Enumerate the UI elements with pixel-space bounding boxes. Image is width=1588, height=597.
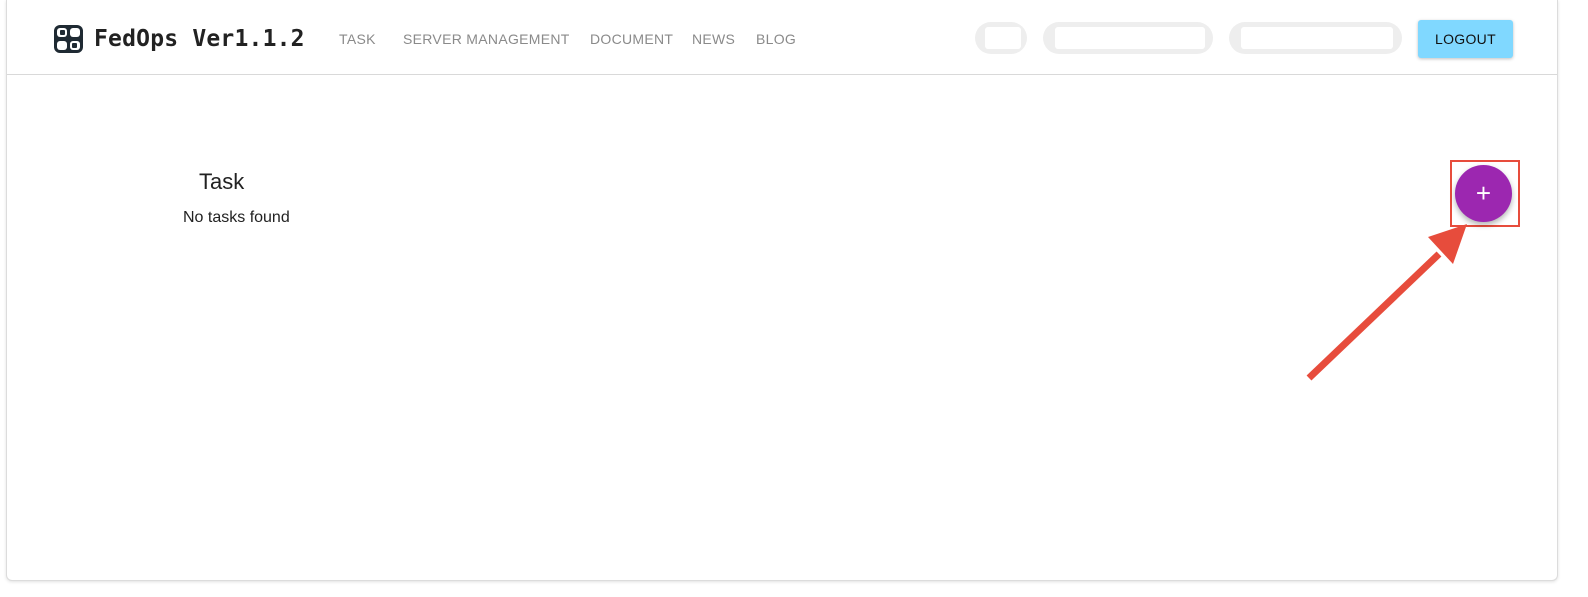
annotation-arrow-icon xyxy=(1306,224,1467,381)
app-brand[interactable]: FedOps Ver1.1.2 xyxy=(94,24,305,54)
nav-server-management[interactable]: SERVER MANAGEMENT xyxy=(403,30,570,48)
redacted-field-1 xyxy=(975,22,1027,54)
app-window: FedOps Ver1.1.2 TASK SERVER MANAGEMENT D… xyxy=(6,0,1558,581)
fedops-logo-icon xyxy=(54,25,83,53)
nav-document[interactable]: DOCUMENT xyxy=(590,30,673,48)
redacted-field-3 xyxy=(1229,22,1402,54)
top-app-bar: FedOps Ver1.1.2 TASK SERVER MANAGEMENT D… xyxy=(7,0,1557,75)
nav-blog[interactable]: BLOG xyxy=(756,30,796,48)
page-title: Task xyxy=(199,169,245,194)
add-task-button[interactable]: + xyxy=(1455,165,1512,222)
logout-button[interactable]: LOGOUT xyxy=(1418,20,1513,58)
nav-task[interactable]: TASK xyxy=(339,30,376,48)
redacted-field-2 xyxy=(1043,22,1213,54)
nav-news[interactable]: NEWS xyxy=(692,30,735,48)
empty-state-message: No tasks found xyxy=(183,209,290,226)
